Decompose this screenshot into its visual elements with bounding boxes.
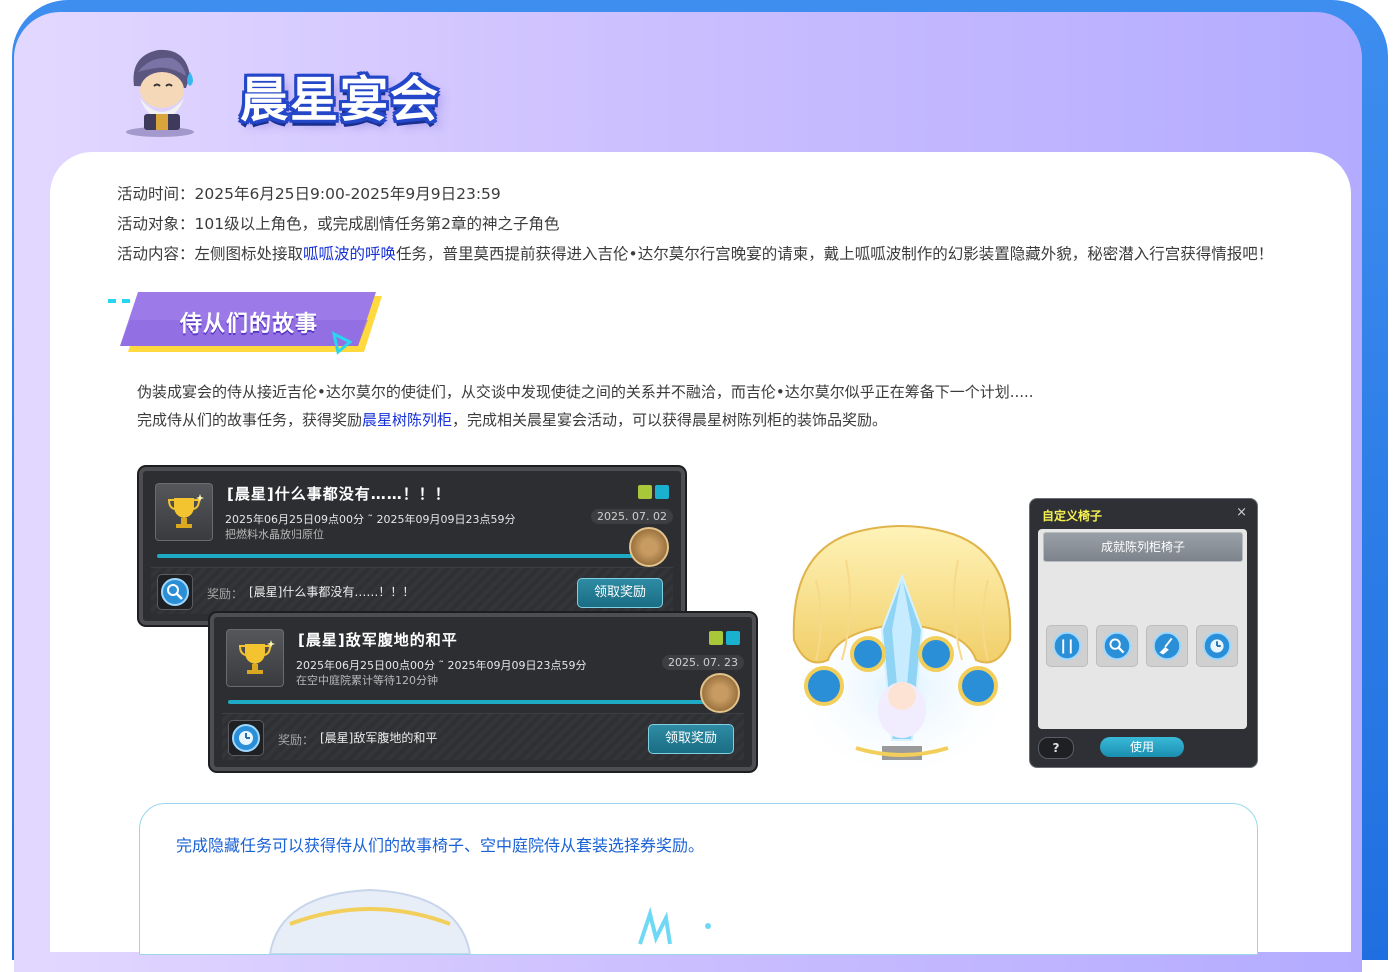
close-icon[interactable]: × — [1236, 505, 1247, 520]
quest-icon-box — [226, 629, 284, 687]
chair-slot-magnifier[interactable] — [1096, 625, 1138, 667]
event-content-label: 活动内容： — [117, 245, 195, 263]
quest-description: 把燃料水晶放归原位 — [225, 528, 324, 541]
quest-date-range: 2025年06月25日00点00分 ˜ 2025年09月09日23点59分 — [296, 659, 587, 672]
broom-icon — [1152, 631, 1182, 661]
cutlery-icon — [1052, 631, 1082, 661]
event-time-label: 活动时间： — [117, 185, 195, 203]
event-content-line: 活动内容：左侧图标处接取呱呱波的呼唤任务，普里莫西提前获得进入吉伦•达尔莫尔行宫… — [117, 239, 1273, 269]
quest-link-guagua[interactable]: 呱呱波的呼唤 — [303, 245, 396, 263]
claim-reward-button[interactable]: 领取奖励 — [577, 578, 663, 608]
minimize-icon[interactable] — [726, 631, 740, 645]
event-target-label: 活动对象： — [117, 215, 195, 233]
chair-window-body: 成就陈列柜椅子 — [1038, 529, 1247, 729]
cutlery-icon — [804, 666, 844, 706]
quest-panel-2: [晨星]敌军腹地的和平 2025年06月25日00点00分 ˜ 2025年09月… — [210, 613, 756, 771]
section-desc-line2: 完成侍从们的故事任务，获得奖励晨星树陈列柜，完成相关晨星宴会活动，可以获得晨星树… — [137, 406, 887, 434]
morningstar-tree-cabinet-illustration — [792, 525, 1012, 770]
reward-link-cabinet[interactable]: 晨星树陈列柜 — [362, 411, 452, 429]
hidden-quest-note-box: 完成隐藏任务可以获得侍从们的故事椅子、空中庭院侍从套装选择券奖励。 — [139, 803, 1258, 955]
cube-icon[interactable] — [638, 485, 652, 499]
custom-chair-window: 自定义椅子 × 成就陈列柜椅子 ? 使用 — [1029, 498, 1258, 768]
quest-description: 在空中庭院累计等待120分钟 — [296, 674, 438, 687]
event-time-value: 2025年6月25日9:00-2025年9月9日23:59 — [194, 185, 501, 203]
quest-reward-row: 奖励： [晨星]敌军腹地的和平 领取奖励 — [222, 713, 744, 760]
quest-progress-bar — [228, 700, 728, 704]
reward-text: [晨星]什么事都没有……！！！ — [249, 585, 415, 599]
chair-slot-cutlery[interactable] — [1046, 625, 1088, 667]
claim-reward-button[interactable]: 领取奖励 — [648, 724, 734, 754]
event-time-line: 活动时间：2025年6月25日9:00-2025年9月9日23:59 — [117, 179, 501, 209]
event-target-line: 活动对象：101级以上角色，或完成剧情任务第2章的神之子角色 — [117, 209, 559, 239]
quest-title: [晨星]什么事都没有……！！！ — [227, 485, 451, 503]
hidden-quest-note: 完成隐藏任务可以获得侍从们的故事椅子、空中庭院侍从套装选择券奖励。 — [176, 836, 705, 855]
use-button[interactable]: 使用 — [1100, 737, 1184, 757]
section-desc-prefix: 完成侍从们的故事任务，获得奖励 — [137, 411, 363, 429]
section-desc-line1: 伪装成宴会的侍从接近吉伦•达尔莫尔的使徒们，从交谈中发现使徒之间的关系并不融洽，… — [137, 383, 1034, 401]
magnifier-icon — [850, 636, 886, 672]
clock-icon — [1202, 631, 1232, 661]
reward-label: 奖励： — [207, 587, 244, 601]
clock-icon — [958, 666, 998, 706]
quest-reward-row: 奖励： [晨星]什么事都没有……！！！ 领取奖励 — [151, 567, 673, 614]
sparkle-illustration — [638, 906, 711, 945]
clock-icon — [228, 720, 264, 756]
chair-window-title: 自定义椅子 — [1042, 509, 1103, 523]
quest-icon-box — [155, 483, 213, 541]
quest-window-buttons — [638, 485, 669, 499]
quest-progress-bar — [157, 554, 657, 558]
wizard-npc-illustration — [126, 49, 194, 137]
section-desc-suffix: ，完成相关晨星宴会活动，可以获得晨星树陈列柜的装饰品奖励。 — [452, 411, 888, 429]
quest-title: [晨星]敌军腹地的和平 — [298, 631, 458, 649]
reward-text: [晨星]敌军腹地的和平 — [320, 731, 438, 745]
minimize-icon[interactable] — [655, 485, 669, 499]
help-button[interactable]: ? — [1038, 737, 1074, 759]
completion-seal-icon — [629, 527, 669, 567]
event-content-suffix: 任务，普里莫西提前获得进入吉伦•达尔莫尔行宫晚宴的请柬，戴上呱呱波制作的幻影装置… — [396, 245, 1274, 263]
magnifier-icon — [1102, 631, 1132, 661]
trophy-icon — [238, 640, 275, 674]
quest-panel-1: [晨星]什么事都没有……！！！ 2025年06月25日09点00分 ˜ 2025… — [139, 467, 685, 625]
event-content-prefix: 左侧图标处接取 — [194, 245, 304, 263]
chair-reward-illustration — [268, 888, 472, 954]
section-title: 侍从们的故事 — [180, 312, 319, 337]
quest-complete-date: 2025. 07. 23 — [662, 655, 744, 670]
page-title: 晨星宴会 — [240, 72, 441, 128]
chair-slot-clock[interactable] — [1196, 625, 1238, 667]
event-target-value: 101级以上角色，或完成剧情任务第2章的神之子角色 — [194, 215, 560, 233]
reward-label: 奖励： — [278, 733, 315, 747]
magnifier-icon — [157, 574, 193, 610]
cube-icon[interactable] — [709, 631, 723, 645]
chair-slot-row — [1046, 625, 1238, 667]
broom-icon — [918, 636, 954, 672]
chair-slot-broom[interactable] — [1146, 625, 1188, 667]
quest-window-buttons — [709, 631, 740, 645]
trophy-icon — [167, 494, 204, 528]
quest-complete-date: 2025. 07. 02 — [591, 509, 673, 524]
completion-seal-icon — [700, 673, 740, 713]
quest-date-range: 2025年06月25日09点00分 ˜ 2025年09月09日23点59分 — [225, 513, 516, 526]
chair-category-tab[interactable]: 成就陈列柜椅子 — [1043, 532, 1243, 562]
